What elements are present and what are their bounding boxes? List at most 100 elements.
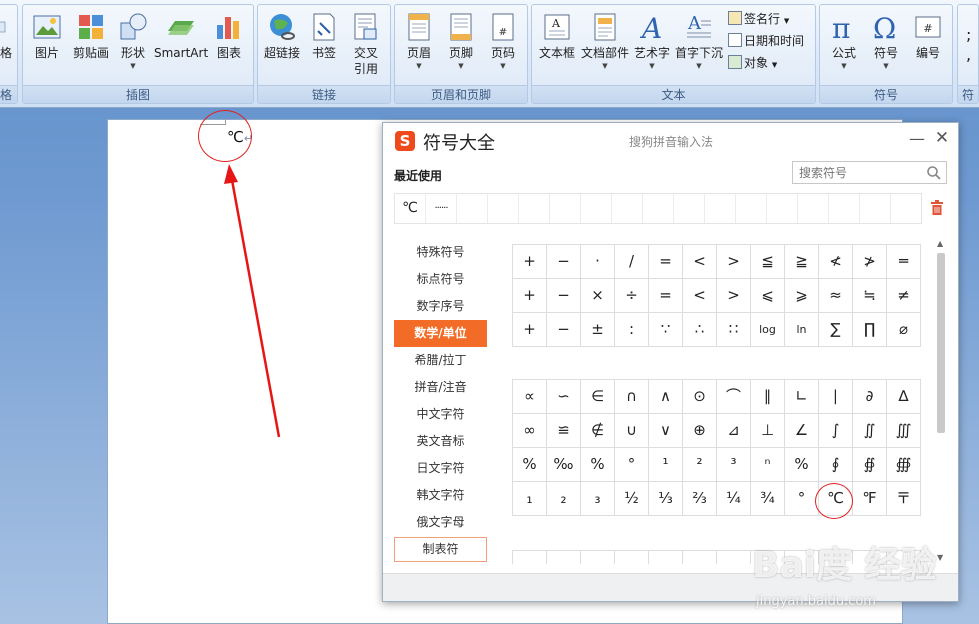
- symbol-cell[interactable]: [683, 551, 717, 564]
- category-item[interactable]: 制表符: [394, 537, 487, 562]
- symbol-cell[interactable]: [513, 551, 547, 564]
- symbol-cell[interactable]: ₂: [547, 482, 581, 516]
- symbol-cell[interactable]: ‰: [547, 448, 581, 482]
- bookmark-button[interactable]: 书签: [302, 9, 346, 85]
- symbol-cell[interactable]: ∨: [649, 414, 683, 448]
- partial-left-button[interactable]: 格: [0, 9, 15, 85]
- symbol-cell[interactable]: ⊙: [683, 380, 717, 414]
- symbol-cell[interactable]: 〒: [887, 482, 921, 516]
- symbol-cell[interactable]: ³: [717, 448, 751, 482]
- recent-symbol-empty[interactable]: [519, 194, 550, 223]
- symbol-button[interactable]: Ω 符号 ▼: [864, 9, 908, 85]
- symbol-cell[interactable]: °: [785, 482, 819, 516]
- symbol-cell[interactable]: =: [649, 279, 683, 313]
- symbol-cell[interactable]: ⁿ: [751, 448, 785, 482]
- symbol-cell[interactable]: ≈: [819, 279, 853, 313]
- symbol-cell[interactable]: −: [547, 245, 581, 279]
- symbol-cell[interactable]: ⌀: [887, 313, 921, 347]
- symbol-cell[interactable]: ÷: [615, 279, 649, 313]
- symbol-cell[interactable]: °: [615, 448, 649, 482]
- symbol-cell[interactable]: +: [513, 245, 547, 279]
- scroll-up-icon[interactable]: ▲: [937, 239, 943, 248]
- symbol-cell[interactable]: ∽: [547, 380, 581, 414]
- category-item[interactable]: 日文字符: [394, 455, 487, 482]
- category-item[interactable]: 拼音/注音: [394, 374, 487, 401]
- trash-icon[interactable]: [930, 200, 944, 216]
- symbol-cell[interactable]: ²: [683, 448, 717, 482]
- recent-symbol-empty[interactable]: [674, 194, 705, 223]
- recent-symbol-empty[interactable]: [891, 194, 922, 223]
- symbol-cell[interactable]: −: [547, 279, 581, 313]
- symbol-cell[interactable]: −: [547, 313, 581, 347]
- close-button[interactable]: ✕: [932, 128, 952, 148]
- symbol-cell[interactable]: ∟: [785, 380, 819, 414]
- scroll-thumb[interactable]: [937, 253, 945, 433]
- symbol-cell[interactable]: ∣: [819, 380, 853, 414]
- symbol-cell[interactable]: ⅓: [649, 482, 683, 516]
- symbol-cell[interactable]: [547, 551, 581, 564]
- quick-parts-button[interactable]: 文档部件 ▼: [580, 9, 630, 85]
- symbol-cell[interactable]: ∰: [887, 448, 921, 482]
- page-number-button[interactable]: # 页码 ▼: [481, 9, 525, 85]
- recent-symbol-empty[interactable]: [581, 194, 612, 223]
- symbol-cell[interactable]: ±: [581, 313, 615, 347]
- recent-symbol-empty[interactable]: [829, 194, 860, 223]
- symbol-cell[interactable]: ≯: [853, 245, 887, 279]
- symbol-cell[interactable]: ∠: [785, 414, 819, 448]
- symbol-cell[interactable]: ∂: [853, 380, 887, 414]
- symbol-cell[interactable]: ₃: [581, 482, 615, 516]
- symbol-cell[interactable]: ∵: [649, 313, 683, 347]
- search-box[interactable]: [792, 161, 947, 184]
- symbol-cell[interactable]: ≒: [853, 279, 887, 313]
- symbol-cell[interactable]: ½: [615, 482, 649, 516]
- symbol-cell[interactable]: >: [717, 279, 751, 313]
- category-item[interactable]: 韩文字符: [394, 482, 487, 509]
- minimize-button[interactable]: —: [907, 129, 927, 149]
- symbol-cell[interactable]: ≌: [547, 414, 581, 448]
- symbol-cell[interactable]: ∷: [717, 313, 751, 347]
- category-item[interactable]: 英文音标: [394, 428, 487, 455]
- recent-symbol[interactable]: ······: [426, 194, 457, 223]
- recent-symbol-empty[interactable]: [860, 194, 891, 223]
- category-item[interactable]: 特殊符号: [394, 239, 487, 266]
- symbol-cell[interactable]: ∴: [683, 313, 717, 347]
- symbol-cell[interactable]: ⅔: [683, 482, 717, 516]
- symbol-cell[interactable]: [785, 551, 819, 564]
- symbol-cell[interactable]: <: [683, 279, 717, 313]
- symbol-cell[interactable]: ∩: [615, 380, 649, 414]
- recent-symbol-empty[interactable]: [550, 194, 581, 223]
- symbol-cell[interactable]: ≦: [751, 245, 785, 279]
- hyperlink-button[interactable]: 超链接: [260, 9, 304, 85]
- clipart-button[interactable]: 剪贴画: [69, 9, 113, 85]
- recent-symbol-empty[interactable]: [705, 194, 736, 223]
- symbol-cell[interactable]: ¹: [649, 448, 683, 482]
- symbol-scrollbar[interactable]: ▲ ▼: [935, 239, 947, 565]
- picture-button[interactable]: 图片: [25, 9, 69, 85]
- search-input[interactable]: [793, 162, 923, 183]
- recent-symbol-empty[interactable]: [488, 194, 519, 223]
- category-item[interactable]: 数字序号: [394, 293, 487, 320]
- symbol-cell[interactable]: ∉: [581, 414, 615, 448]
- equation-button[interactable]: π 公式 ▼: [822, 9, 866, 85]
- symbol-cell[interactable]: [819, 551, 853, 564]
- symbol-cell[interactable]: ∞: [513, 414, 547, 448]
- symbol-cell[interactable]: ⩽: [751, 279, 785, 313]
- scroll-down-icon[interactable]: ▼: [937, 553, 943, 562]
- symbol-cell[interactable]: =: [649, 245, 683, 279]
- symbol-cell[interactable]: ⩾: [785, 279, 819, 313]
- symbol-cell[interactable]: ≠: [887, 279, 921, 313]
- signature-line-button[interactable]: 签名行 ▼: [728, 9, 789, 29]
- symbol-cell[interactable]: [615, 551, 649, 564]
- symbol-cell[interactable]: <: [683, 245, 717, 279]
- symbol-cell[interactable]: :: [615, 313, 649, 347]
- symbol-cell[interactable]: ∆: [887, 380, 921, 414]
- chart-button[interactable]: 图表: [207, 9, 251, 85]
- recent-symbol-empty[interactable]: [612, 194, 643, 223]
- category-item[interactable]: 俄文字母: [394, 509, 487, 536]
- symbol-cell[interactable]: ⌒: [717, 380, 751, 414]
- header-button[interactable]: 页眉 ▼: [397, 9, 441, 85]
- symbol-cell[interactable]: ∥: [751, 380, 785, 414]
- symbol-window-titlebar[interactable]: S 符号大全 搜狗拼音输入法 — ✕: [383, 123, 958, 159]
- symbol-cell[interactable]: ⊿: [717, 414, 751, 448]
- drop-cap-button[interactable]: A 首字下沉 ▼: [674, 9, 724, 85]
